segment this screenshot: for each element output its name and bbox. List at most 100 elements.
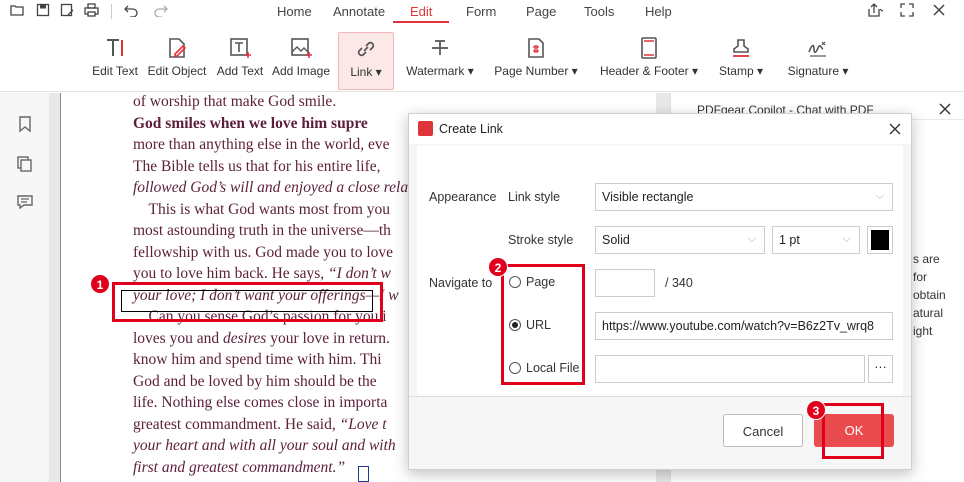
link-style-value: Visible rectangle xyxy=(602,190,694,204)
thumbnails-icon[interactable] xyxy=(16,155,34,173)
link-label: Link ▾ xyxy=(350,65,382,79)
callout-badge-2: 2 xyxy=(488,257,508,277)
tab-tools[interactable]: Tools xyxy=(584,4,614,19)
edit-text-icon xyxy=(107,39,123,56)
open-file-icon[interactable] xyxy=(10,3,24,20)
add-image-button[interactable]: Add Image xyxy=(270,32,332,90)
copilot-text-line: ight xyxy=(913,324,933,338)
edit-text-button[interactable]: Edit Text xyxy=(90,32,140,90)
signature-label: Signature ▾ xyxy=(787,64,849,78)
undo-icon[interactable] xyxy=(124,3,138,20)
header-footer-button[interactable]: Header & Footer ▾ xyxy=(594,32,704,90)
document-text-line: followed God’s will and enjoyed a close … xyxy=(133,179,409,196)
bookmark-icon[interactable] xyxy=(16,115,34,133)
stroke-width-select[interactable]: 1 pt ⌵ xyxy=(772,226,860,254)
edit-object-button[interactable]: Edit Object xyxy=(146,32,208,90)
local-file-input[interactable] xyxy=(595,355,865,383)
edit-ribbon: Edit Text Edit Object Add Text Add Image… xyxy=(0,24,964,92)
stroke-style-label: Stroke style xyxy=(508,233,574,247)
url-value: https://www.youtube.com/watch?v=B6z2Tv_w… xyxy=(602,319,875,333)
copilot-text-line: for xyxy=(913,270,928,284)
left-sidebar xyxy=(0,93,50,482)
navigate-to-label: Navigate to xyxy=(429,276,493,290)
print-icon[interactable] xyxy=(84,3,99,20)
link-icon xyxy=(357,41,375,57)
copilot-text: s are for obtain atural ight xyxy=(913,250,946,340)
document-text-line: you to love him back. He says, “I don’t … xyxy=(133,265,391,282)
document-text-line: your heart and with all your soul and wi… xyxy=(133,437,396,454)
signature-icon xyxy=(808,41,826,57)
stroke-style-value: Solid xyxy=(602,233,630,247)
header-footer-label: Header & Footer ▾ xyxy=(599,64,699,78)
document-text-line: God and be loved by him should be the xyxy=(133,372,377,390)
stamp-icon xyxy=(733,39,749,57)
document-text-line: This is what God wants most from you xyxy=(133,200,391,218)
tab-annotate[interactable]: Annotate xyxy=(333,4,385,19)
header-footer-icon xyxy=(641,37,657,59)
stamp-button[interactable]: Stamp ▾ xyxy=(714,32,768,90)
dialog-title: Create Link xyxy=(439,122,503,136)
signature-button[interactable]: Signature ▾ xyxy=(782,32,854,90)
add-text-button[interactable]: Add Text xyxy=(214,32,266,90)
comments-icon[interactable] xyxy=(16,193,34,211)
document-text-line: of worship that make God smile. xyxy=(133,93,337,110)
stamp-label: Stamp ▾ xyxy=(718,64,764,78)
copilot-text-line: obtain xyxy=(913,288,946,302)
save-as-icon[interactable] xyxy=(60,3,74,20)
stroke-color-button[interactable] xyxy=(867,226,893,254)
browse-button[interactable]: ··· xyxy=(868,355,893,383)
link-style-label: Link style xyxy=(508,190,561,204)
document-text-line: more than anything else in the world, ev… xyxy=(133,136,390,153)
callout-box-2 xyxy=(501,264,585,385)
fullscreen-icon[interactable] xyxy=(900,3,914,20)
document-text-line: loves you and desires your love in retur… xyxy=(133,329,390,347)
edit-object-label: Edit Object xyxy=(147,64,207,78)
page-number-input[interactable] xyxy=(595,269,655,297)
watermark-button[interactable]: Watermark ▾ xyxy=(402,32,478,90)
edit-object-icon xyxy=(169,38,187,58)
document-text-line: The Bible tells us that for his entire l… xyxy=(133,157,381,175)
chevron-down-icon: ⌵ xyxy=(747,233,756,245)
active-tab-indicator xyxy=(393,21,449,23)
link-button[interactable]: Link ▾ xyxy=(338,32,394,90)
tab-page[interactable]: Page xyxy=(526,4,556,19)
tab-home[interactable]: Home xyxy=(277,4,312,19)
callout-badge-3: 3 xyxy=(806,400,826,420)
document-text-line: greatest commandment. He said, “Love t xyxy=(133,415,387,433)
close-icon[interactable] xyxy=(932,3,946,20)
stroke-width-value: 1 pt xyxy=(779,233,800,247)
document-text-line: first and greatest commandment.” xyxy=(133,458,346,476)
redo-icon[interactable] xyxy=(154,3,168,20)
share-icon[interactable] xyxy=(867,3,884,20)
link-rectangle[interactable] xyxy=(358,466,369,482)
watermark-icon xyxy=(432,40,448,55)
add-text-icon xyxy=(230,38,251,58)
document-text-line: life. Nothing else comes close in import… xyxy=(133,394,388,411)
dialog-close-icon[interactable] xyxy=(889,123,901,135)
copilot-text-line: atural xyxy=(913,306,944,320)
edit-text-label: Edit Text xyxy=(92,64,138,78)
copilot-close-icon[interactable] xyxy=(939,103,951,115)
tab-edit[interactable]: Edit xyxy=(410,4,432,19)
stroke-style-select[interactable]: Solid ⌵ xyxy=(595,226,765,254)
add-image-icon xyxy=(291,38,312,58)
cancel-button[interactable]: Cancel xyxy=(723,414,803,447)
add-image-label: Add Image xyxy=(271,64,331,78)
tab-help[interactable]: Help xyxy=(645,4,672,19)
title-bar: Home Annotate Edit Form Page Tools Help xyxy=(0,0,964,24)
link-style-select[interactable]: Visible rectangle ⌵ xyxy=(595,183,893,211)
divider xyxy=(111,4,112,19)
callout-box-1 xyxy=(112,282,383,322)
page-number-button[interactable]: Page Number ▾ xyxy=(490,32,582,90)
chevron-down-icon: ⌵ xyxy=(842,233,851,245)
document-text-line: fellowship with us. God made you to love xyxy=(133,243,394,261)
tab-form[interactable]: Form xyxy=(466,4,496,19)
dialog-title-bar: Create Link xyxy=(409,114,911,144)
document-text-line: God smiles when we love him supre xyxy=(133,114,368,132)
chevron-down-icon: ⌵ xyxy=(875,190,884,202)
save-icon[interactable] xyxy=(36,3,50,20)
page-number-label: Page Number ▾ xyxy=(494,64,578,78)
url-input[interactable]: https://www.youtube.com/watch?v=B6z2Tv_w… xyxy=(595,312,893,340)
callout-badge-1: 1 xyxy=(90,274,110,294)
document-text-line: know him and spend time with him. Thi xyxy=(133,351,382,368)
